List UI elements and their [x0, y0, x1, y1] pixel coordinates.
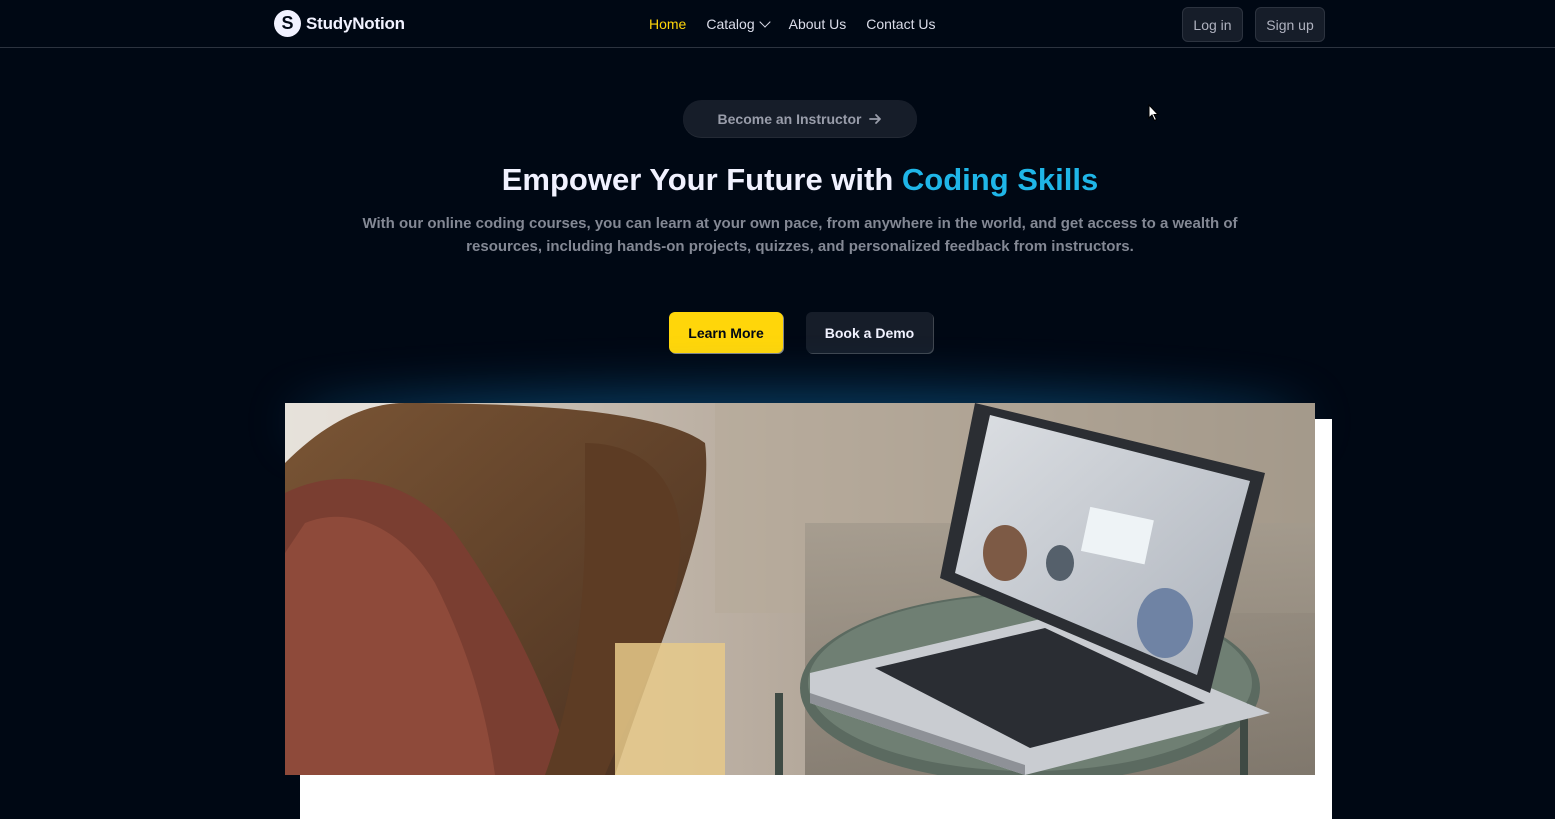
- book-demo-button[interactable]: Book a Demo: [806, 312, 933, 353]
- learn-more-button[interactable]: Learn More: [669, 312, 783, 353]
- hero-headline: Empower Your Future with Coding Skills: [0, 160, 1555, 200]
- hero-video[interactable]: [285, 403, 1315, 775]
- signup-button[interactable]: Sign up: [1255, 7, 1325, 42]
- login-button[interactable]: Log in: [1182, 7, 1243, 42]
- arrow-right-icon: [869, 113, 882, 125]
- become-instructor-label: Become an Instructor: [717, 110, 862, 127]
- nav-catalog-dropdown[interactable]: Catalog: [706, 16, 771, 32]
- nav-about-link[interactable]: About Us: [789, 16, 847, 32]
- nav-catalog-label: Catalog: [706, 16, 755, 32]
- studynotion-logo[interactable]: S StudyNotion: [274, 10, 405, 37]
- nav-contact-link[interactable]: Contact Us: [866, 16, 935, 32]
- hero-headline-highlight: Coding Skills: [901, 162, 1099, 197]
- become-instructor-button[interactable]: Become an Instructor: [683, 100, 917, 137]
- main-nav: Home Catalog About Us Contact Us: [649, 0, 935, 48]
- navbar: S StudyNotion Home Catalog About Us Cont…: [0, 0, 1555, 48]
- hero-headline-prefix: Empower Your Future with: [501, 162, 902, 197]
- mouse-cursor-icon: [1148, 103, 1160, 127]
- hero-description: With our online coding courses, you can …: [362, 215, 1238, 255]
- nav-home-link[interactable]: Home: [649, 16, 686, 32]
- brand-name: StudyNotion: [306, 13, 405, 33]
- chevron-down-icon: [758, 16, 771, 28]
- studynotion-logo-icon: S: [274, 10, 301, 37]
